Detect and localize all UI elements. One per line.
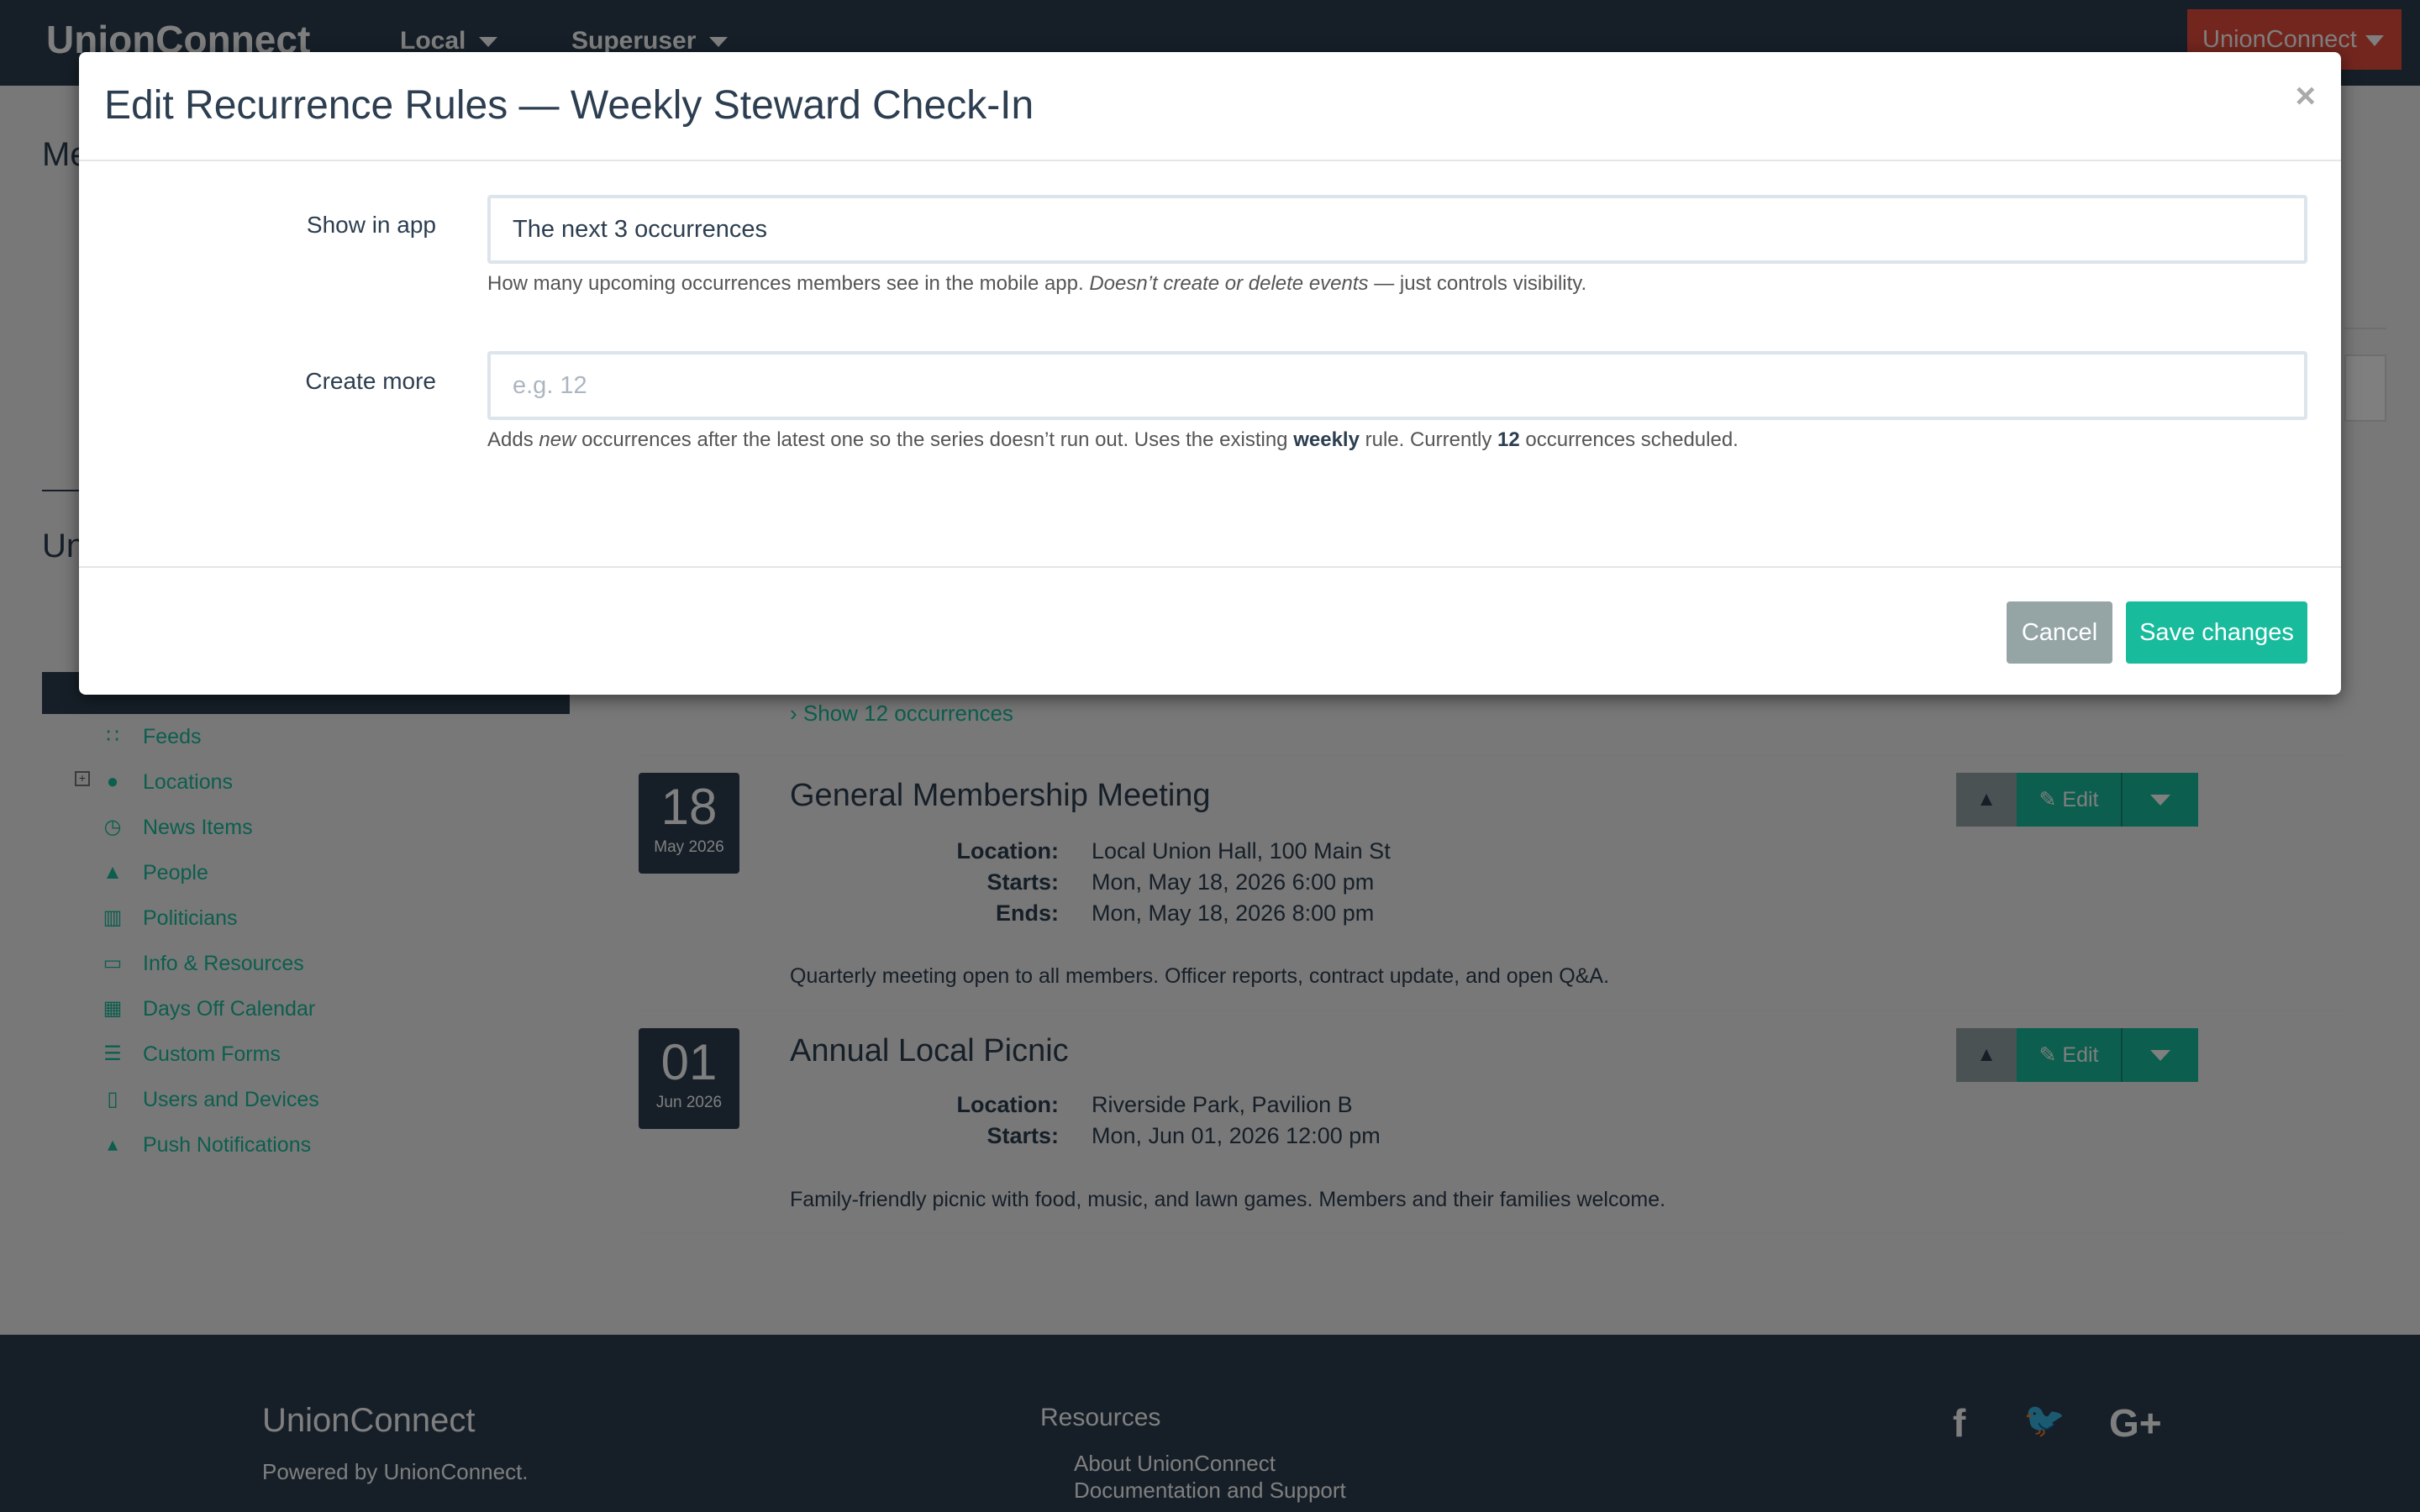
create-more-help: Adds new occurrences after the latest on… [487,428,1739,452]
help-text: occurrences scheduled. [1519,428,1739,451]
help-text: — just controls visibility. [1368,272,1587,295]
modal-footer: Cancel Save changes [79,566,2341,696]
help-bold: weekly [1293,428,1360,451]
help-text: Adds [487,428,539,451]
help-text: How many upcoming occurrences members se… [487,272,1090,295]
recurrence-rules-modal: Edit Recurrence Rules — Weekly Steward C… [79,52,2341,695]
help-text: rule. Currently [1359,428,1497,451]
show-in-app-help: How many upcoming occurrences members se… [487,272,1586,296]
modal-header: Edit Recurrence Rules — Weekly Steward C… [79,52,2341,161]
close-icon[interactable]: × [2295,76,2316,116]
help-emphasis: new [539,428,576,451]
help-emphasis: Doesn’t create or delete events [1089,272,1369,295]
cancel-button[interactable]: Cancel [2007,601,2112,664]
show-in-app-label: Show in app [306,212,436,238]
help-text: occurrences after the latest one so the … [576,428,1294,451]
save-changes-button[interactable]: Save changes [2126,601,2307,664]
show-in-app-input[interactable] [487,195,2307,264]
modal-title: Edit Recurrence Rules — Weekly Steward C… [104,83,1034,128]
help-bold: 12 [1497,428,1520,451]
create-more-label: Create more [305,368,436,394]
create-more-input[interactable] [487,351,2307,420]
